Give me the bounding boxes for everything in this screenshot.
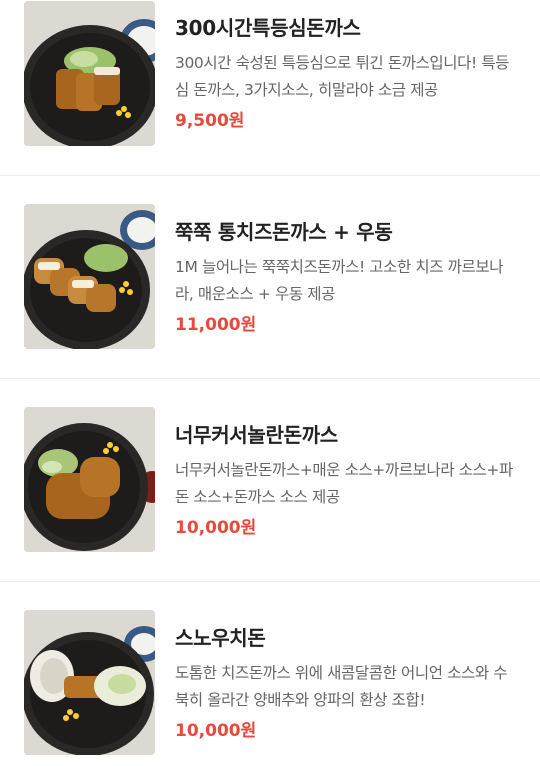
menu-item[interactable]: 쭉쭉 통치즈돈까스 + 우동 1M 늘어나는 쭉쭉치즈돈까스! 고소한 치즈 까…	[0, 176, 540, 379]
menu-item-description: 너무커서놀란돈까스+매운 소스+까르보나라 소스+파돈 소스+돈까스 소스 제공	[175, 461, 513, 506]
menu-item-price: 9,500원	[175, 111, 245, 131]
menu-list: 300시간특등심돈까스 300시간 숙성된 특등심으로 튀긴 돈까스입니다! 특…	[0, 0, 540, 766]
menu-item-name: 스노우치돈	[175, 626, 266, 650]
menu-item[interactable]: 스노우치돈 도톰한 치즈돈까스 위에 새콤달콤한 어니언 소스와 수북히 올라간…	[0, 582, 540, 766]
big-cutlet-plate-image	[24, 407, 155, 552]
menu-item-description: 1M 늘어나는 쭉쭉치즈돈까스! 고소한 치즈 까르보나라, 매운소스 + 우동…	[175, 258, 504, 303]
cheese-cutlet-plate-image	[24, 204, 155, 349]
menu-item-description: 도톰한 치즈돈까스 위에 새콤달콤한 어니언 소스와 수북히 올라간 양배추와 …	[175, 664, 508, 709]
menu-item-info: 스노우치돈 도톰한 치즈돈까스 위에 새콤달콤한 어니언 소스와 수북히 올라간…	[175, 624, 520, 743]
menu-item-name: 너무커서놀란돈까스	[175, 423, 338, 447]
menu-item-name: 300시간특등심돈까스	[175, 16, 361, 40]
menu-item-info: 300시간특등심돈까스 300시간 숙성된 특등심으로 튀긴 돈까스입니다! 특…	[175, 14, 520, 133]
snow-cutlet-plate-image	[24, 610, 155, 755]
menu-item-name: 쭉쭉 통치즈돈까스 + 우동	[175, 220, 393, 244]
menu-item-info: 너무커서놀란돈까스 너무커서놀란돈까스+매운 소스+까르보나라 소스+파돈 소스…	[175, 421, 520, 540]
pork-cutlet-plate-image	[24, 1, 155, 146]
menu-item-description: 300시간 숙성된 특등심으로 튀긴 돈까스입니다! 특등심 돈까스, 3가지소…	[175, 54, 510, 99]
menu-item[interactable]: 300시간특등심돈까스 300시간 숙성된 특등심으로 튀긴 돈까스입니다! 특…	[0, 0, 540, 176]
menu-item-info: 쭉쭉 통치즈돈까스 + 우동 1M 늘어나는 쭉쭉치즈돈까스! 고소한 치즈 까…	[175, 218, 520, 337]
menu-item-price: 10,000원	[175, 721, 257, 741]
menu-item-price: 10,000원	[175, 518, 257, 538]
menu-item-price: 11,000원	[175, 315, 257, 335]
menu-item[interactable]: 너무커서놀란돈까스 너무커서놀란돈까스+매운 소스+까르보나라 소스+파돈 소스…	[0, 379, 540, 582]
